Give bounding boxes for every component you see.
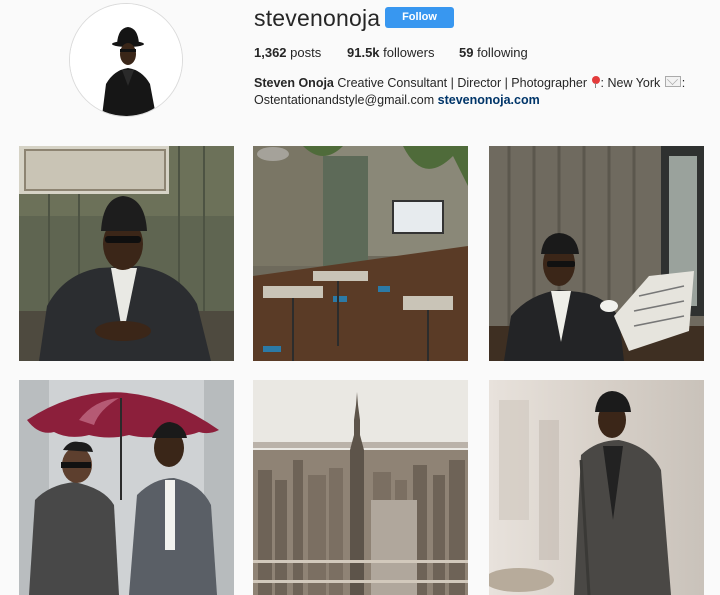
round-pushpin-icon [591, 76, 600, 88]
followers-label: followers [383, 45, 435, 60]
following-stat[interactable]: 59 following [459, 45, 528, 60]
follow-button[interactable]: Follow [385, 7, 454, 28]
post-thumbnail[interactable] [489, 146, 704, 361]
envelope-icon [664, 76, 681, 87]
profile-username: stevenonoja [254, 5, 381, 31]
post-photo-restaurant-interior [253, 146, 468, 361]
profile-avatar[interactable] [69, 3, 183, 117]
bio-email: Ostentationandstyle@gmail.com [254, 93, 435, 107]
post-photo-two-men-umbrella [19, 380, 234, 595]
bio-location: : New York [600, 76, 661, 90]
bio-full-name: Steven Onoja [254, 76, 334, 90]
posts-stat[interactable]: 1,362 posts [254, 45, 321, 60]
bio-description: Creative Consultant | Director | Photogr… [337, 76, 588, 90]
post-thumbnail[interactable] [489, 380, 704, 595]
posts-label: posts [290, 45, 322, 60]
following-count: 59 [459, 45, 474, 60]
post-thumbnail[interactable] [19, 380, 234, 595]
followers-count: 91.5k [347, 45, 380, 60]
followers-stat[interactable]: 91.5k followers [347, 45, 434, 60]
post-thumbnail[interactable] [253, 380, 468, 595]
post-photo-city-skyline [253, 380, 468, 595]
posts-count: 1,362 [254, 45, 287, 60]
post-photo-portrait-wooden-wall [19, 146, 234, 361]
post-photo-man-grey-coat [489, 380, 704, 595]
post-photo-man-reading-newspaper [489, 146, 704, 361]
post-thumbnail[interactable] [253, 146, 468, 361]
post-thumbnail[interactable] [19, 146, 234, 361]
following-label: following [477, 45, 528, 60]
bio-website-link[interactable]: stevenonoja.com [438, 93, 540, 107]
profile-bio: Steven Onoja Creative Consultant | Direc… [254, 76, 686, 107]
